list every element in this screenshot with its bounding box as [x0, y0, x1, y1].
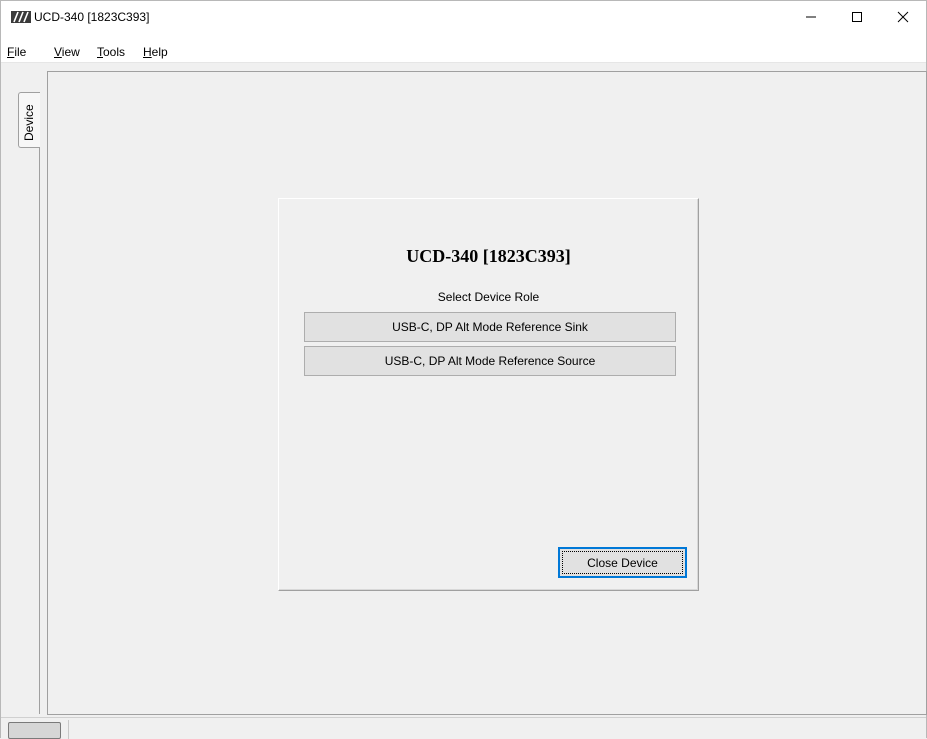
- menu-file-label: ile: [14, 45, 27, 59]
- panel-title: UCD-340 [1823C393]: [406, 246, 571, 266]
- title-bar: UCD-340 [1823C393]: [1, 1, 926, 33]
- menu-tools[interactable]: Tools: [97, 45, 125, 59]
- maximize-button[interactable]: [834, 1, 880, 33]
- menu-help-mnemonic: H: [143, 45, 152, 59]
- reference-sink-button[interactable]: USB-C, DP Alt Mode Reference Sink: [304, 312, 676, 342]
- tab-device[interactable]: Device: [18, 92, 40, 148]
- side-tab-divider: [39, 144, 40, 714]
- status-separator: [68, 720, 69, 739]
- menu-view-mnemonic: V: [54, 45, 62, 59]
- reference-source-button[interactable]: USB-C, DP Alt Mode Reference Source: [304, 346, 676, 376]
- window-title: UCD-340 [1823C393]: [34, 10, 150, 24]
- menu-tools-label: ools: [103, 45, 126, 59]
- app-logo-icon: [11, 11, 31, 23]
- menu-bar: File View Tools Help: [1, 33, 926, 63]
- menu-view-label: iew: [61, 45, 80, 59]
- menu-file[interactable]: File: [7, 45, 26, 59]
- close-window-button[interactable]: [880, 1, 926, 33]
- status-bar: [1, 717, 926, 739]
- status-indicator: [8, 722, 61, 739]
- maximize-icon: [852, 12, 862, 22]
- minimize-button[interactable]: [788, 1, 834, 33]
- device-role-panel: UCD-340 [1823C393] Select Device Role US…: [278, 198, 699, 591]
- menu-help-label: elp: [151, 45, 168, 59]
- tab-device-label: Device: [22, 104, 36, 141]
- app-window: UCD-340 [1823C393] File View Tools Help: [0, 0, 927, 739]
- panel-subtitle: Select Device Role: [437, 290, 540, 304]
- menu-help[interactable]: Help: [143, 45, 168, 59]
- minimize-icon: [806, 16, 816, 18]
- side-tab-strip: [1, 64, 41, 714]
- close-device-button[interactable]: Close Device: [558, 547, 687, 578]
- menu-view[interactable]: View: [54, 45, 80, 59]
- close-icon: [897, 11, 909, 23]
